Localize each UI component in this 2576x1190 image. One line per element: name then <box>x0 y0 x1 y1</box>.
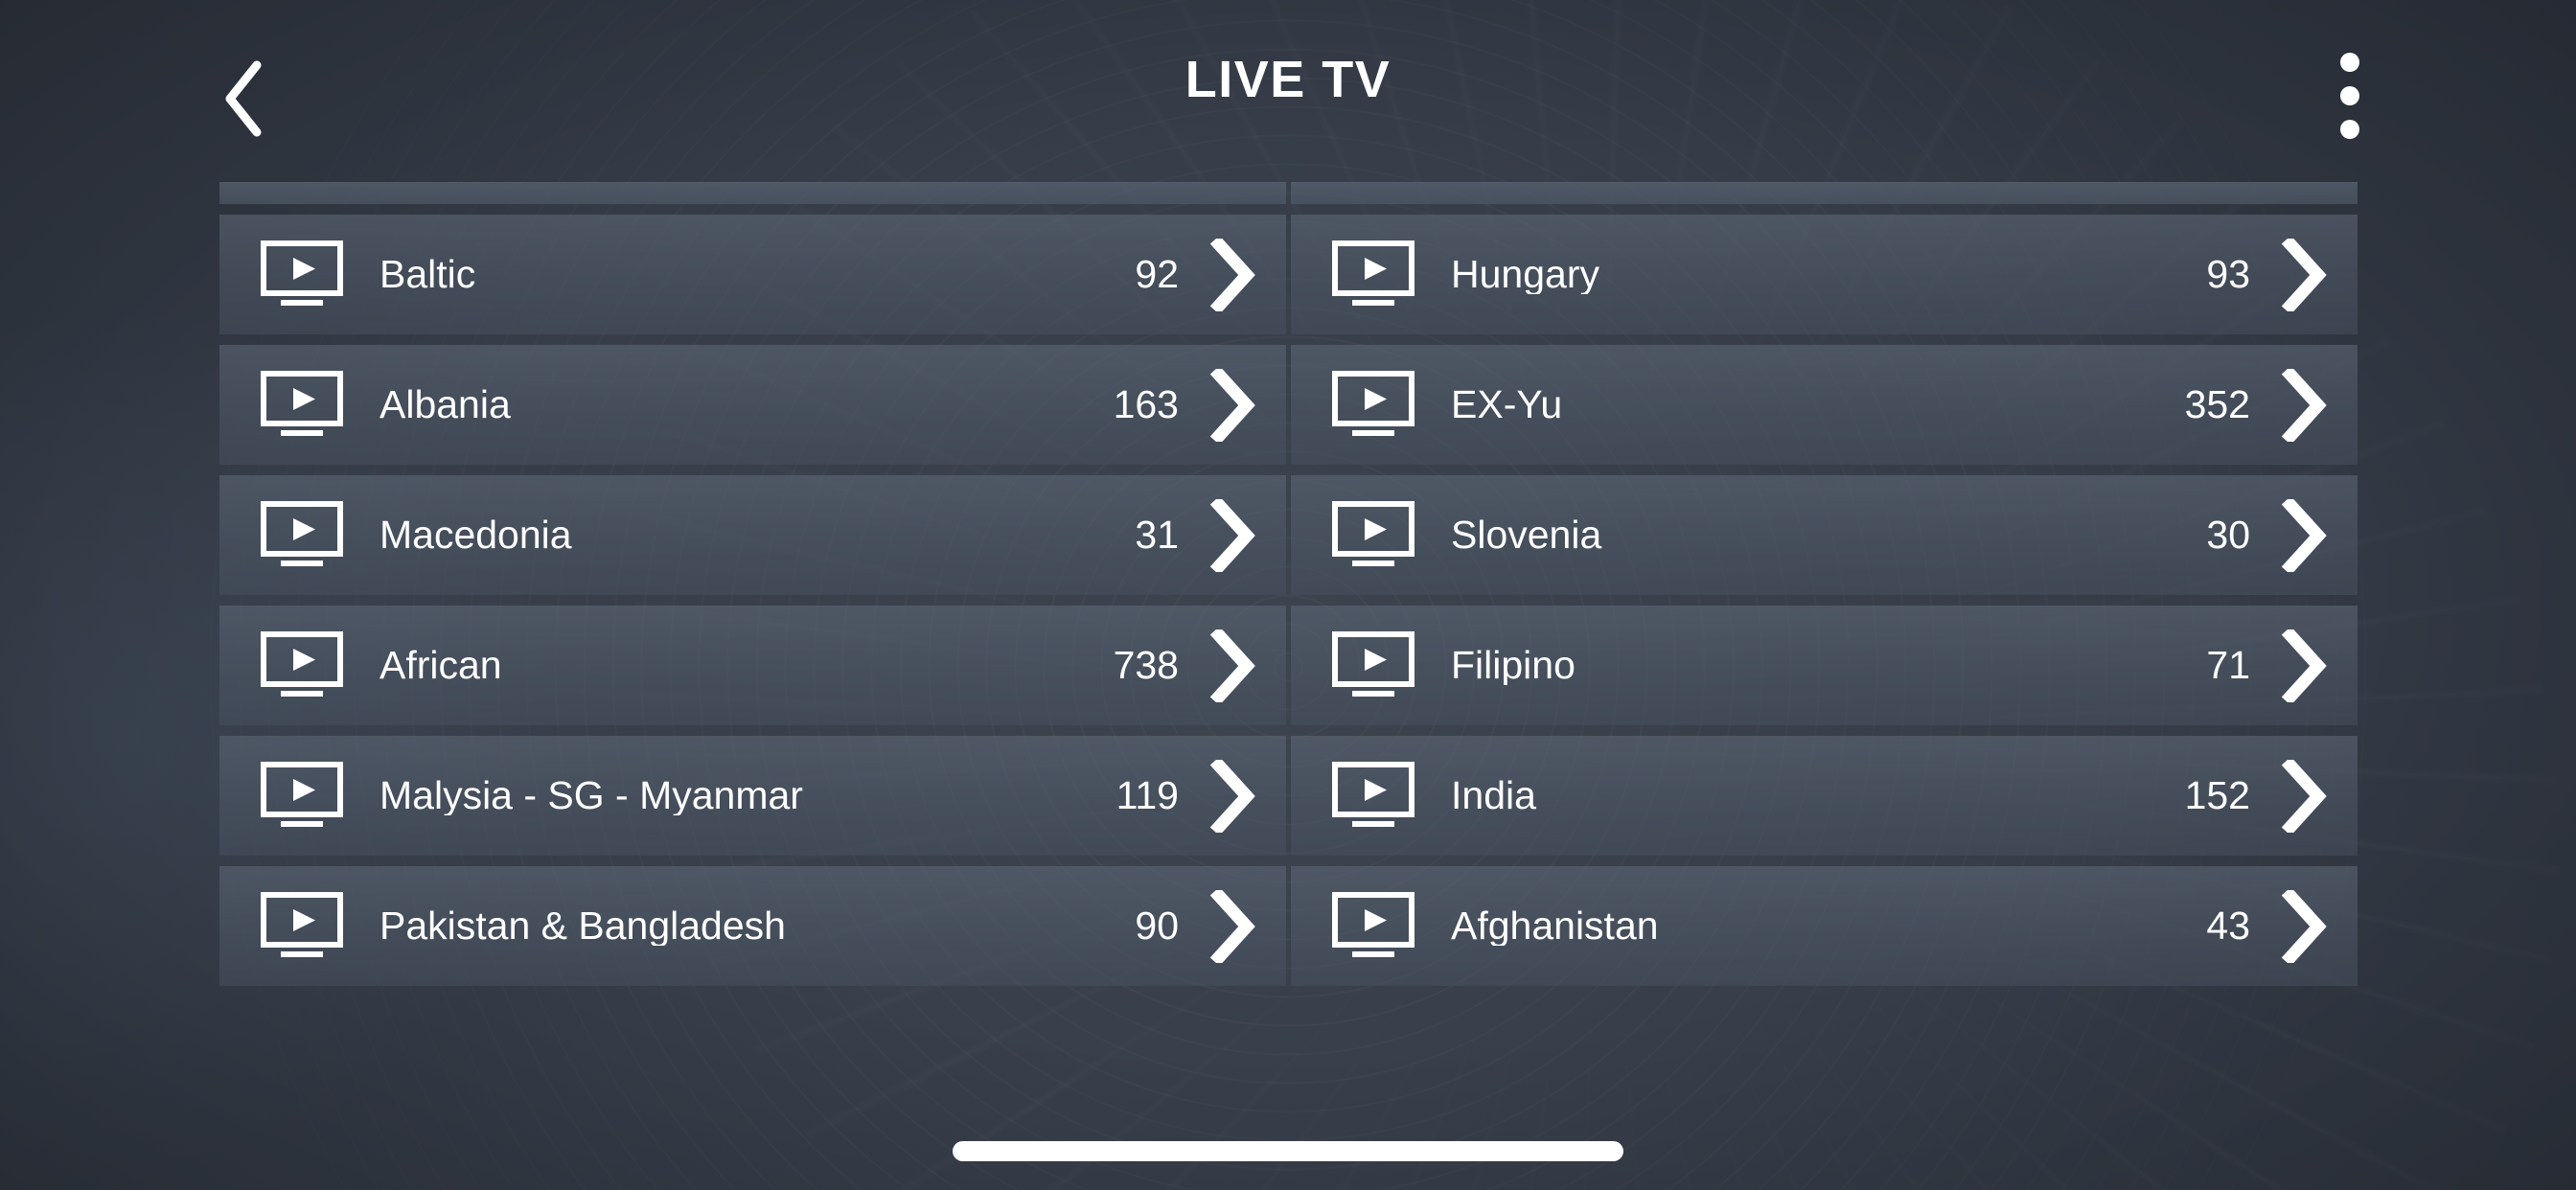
tv-play-icon <box>260 370 344 441</box>
overflow-menu-button[interactable] <box>2304 38 2396 153</box>
category-row-slovenia[interactable]: Slovenia 30 <box>1291 475 2358 595</box>
chevron-right-icon[interactable] <box>1179 238 1286 311</box>
channel-count: 738 <box>1113 643 1179 687</box>
category-row-ex-yu[interactable]: EX-Yu 352 <box>1291 345 2358 465</box>
channel-count: 152 <box>2184 773 2250 817</box>
category-name: Afghanistan <box>1451 906 1659 946</box>
more-vertical-icon-dot-3 <box>2340 120 2359 139</box>
chevron-right-icon[interactable] <box>1179 759 1286 833</box>
channel-count: 163 <box>1113 382 1179 426</box>
tv-play-icon <box>1331 761 1415 832</box>
chevron-right-icon[interactable] <box>2250 759 2358 833</box>
tv-play-icon <box>1331 891 1415 962</box>
channel-count: 90 <box>1135 904 1179 948</box>
channel-count: 352 <box>2184 382 2250 426</box>
category-row-albania[interactable]: Albania 163 <box>219 345 1286 465</box>
category-row-macedonia[interactable]: Macedonia 31 <box>219 475 1286 595</box>
tv-play-icon <box>260 761 344 832</box>
category-name: African <box>380 646 502 685</box>
chevron-right-icon[interactable] <box>2250 238 2358 311</box>
category-row-pakistan-bangladesh[interactable]: Pakistan & Bangladesh 90 <box>219 866 1286 986</box>
category-row-filipino[interactable]: Filipino 71 <box>1291 606 2358 725</box>
category-name: Malysia - SG - Myanmar <box>380 776 803 815</box>
live-tv-screen: LIVE TV Baltic 92 Albania 163 Macedonia … <box>0 0 2576 1190</box>
category-name: Hungary <box>1451 255 1599 294</box>
chevron-right-icon[interactable] <box>1179 629 1286 702</box>
category-lists: Baltic 92 Albania 163 Macedonia 31 Afric… <box>0 182 2576 1001</box>
category-name: Macedonia <box>380 515 572 555</box>
more-vertical-icon-dot-1 <box>2340 53 2359 72</box>
category-name: Albania <box>380 385 511 424</box>
category-row-baltic[interactable]: Baltic 92 <box>219 215 1286 334</box>
page-title: LIVE TV <box>1184 51 1392 108</box>
chevron-right-icon[interactable] <box>2250 629 2358 702</box>
chevron-right-icon[interactable] <box>1179 368 1286 442</box>
tv-play-icon <box>1331 370 1415 441</box>
partial-row-above <box>219 182 1286 204</box>
category-name: Baltic <box>380 255 476 294</box>
category-name: EX-Yu <box>1451 385 1563 424</box>
chevron-right-icon[interactable] <box>2250 889 2358 963</box>
home-indicator-bar[interactable] <box>953 1141 1623 1161</box>
chevron-right-icon[interactable] <box>2250 498 2358 572</box>
tv-play-icon <box>1331 240 1415 310</box>
app-header: LIVE TV <box>0 0 2576 182</box>
channel-count: 43 <box>2206 904 2250 948</box>
tv-play-icon <box>1331 500 1415 571</box>
tv-play-icon <box>260 891 344 962</box>
channel-count: 93 <box>2206 252 2250 296</box>
category-name: Filipino <box>1451 646 1576 685</box>
chevron-right-icon[interactable] <box>2250 368 2358 442</box>
channel-count: 119 <box>1116 773 1179 817</box>
channel-count: 30 <box>2206 513 2250 557</box>
category-name: India <box>1451 776 1536 815</box>
chevron-right-icon[interactable] <box>1179 498 1286 572</box>
category-row-india[interactable]: India 152 <box>1291 736 2358 856</box>
category-list-right: Hungary 93 EX-Yu 352 Slovenia 30 Filipin… <box>1291 182 2358 1001</box>
tv-play-icon <box>260 500 344 571</box>
category-row-afghanistan[interactable]: Afghanistan 43 <box>1291 866 2358 986</box>
category-row-malysia-sg-myanmar[interactable]: Malysia - SG - Myanmar 119 <box>219 736 1286 856</box>
tv-play-icon <box>260 240 344 310</box>
category-row-hungary[interactable]: Hungary 93 <box>1291 215 2358 334</box>
tv-play-icon <box>1331 630 1415 701</box>
category-name: Pakistan & Bangladesh <box>380 906 786 946</box>
chevron-right-icon[interactable] <box>1179 889 1286 963</box>
channel-count: 92 <box>1135 252 1179 296</box>
channel-count: 71 <box>2206 643 2250 687</box>
tv-play-icon <box>260 630 344 701</box>
more-vertical-icon-dot-2 <box>2340 86 2359 105</box>
category-name: Slovenia <box>1451 515 1602 555</box>
category-list-left: Baltic 92 Albania 163 Macedonia 31 Afric… <box>219 182 1286 1001</box>
partial-row-above <box>1291 182 2358 204</box>
channel-count: 31 <box>1135 513 1179 557</box>
category-row-african[interactable]: African 738 <box>219 606 1286 725</box>
